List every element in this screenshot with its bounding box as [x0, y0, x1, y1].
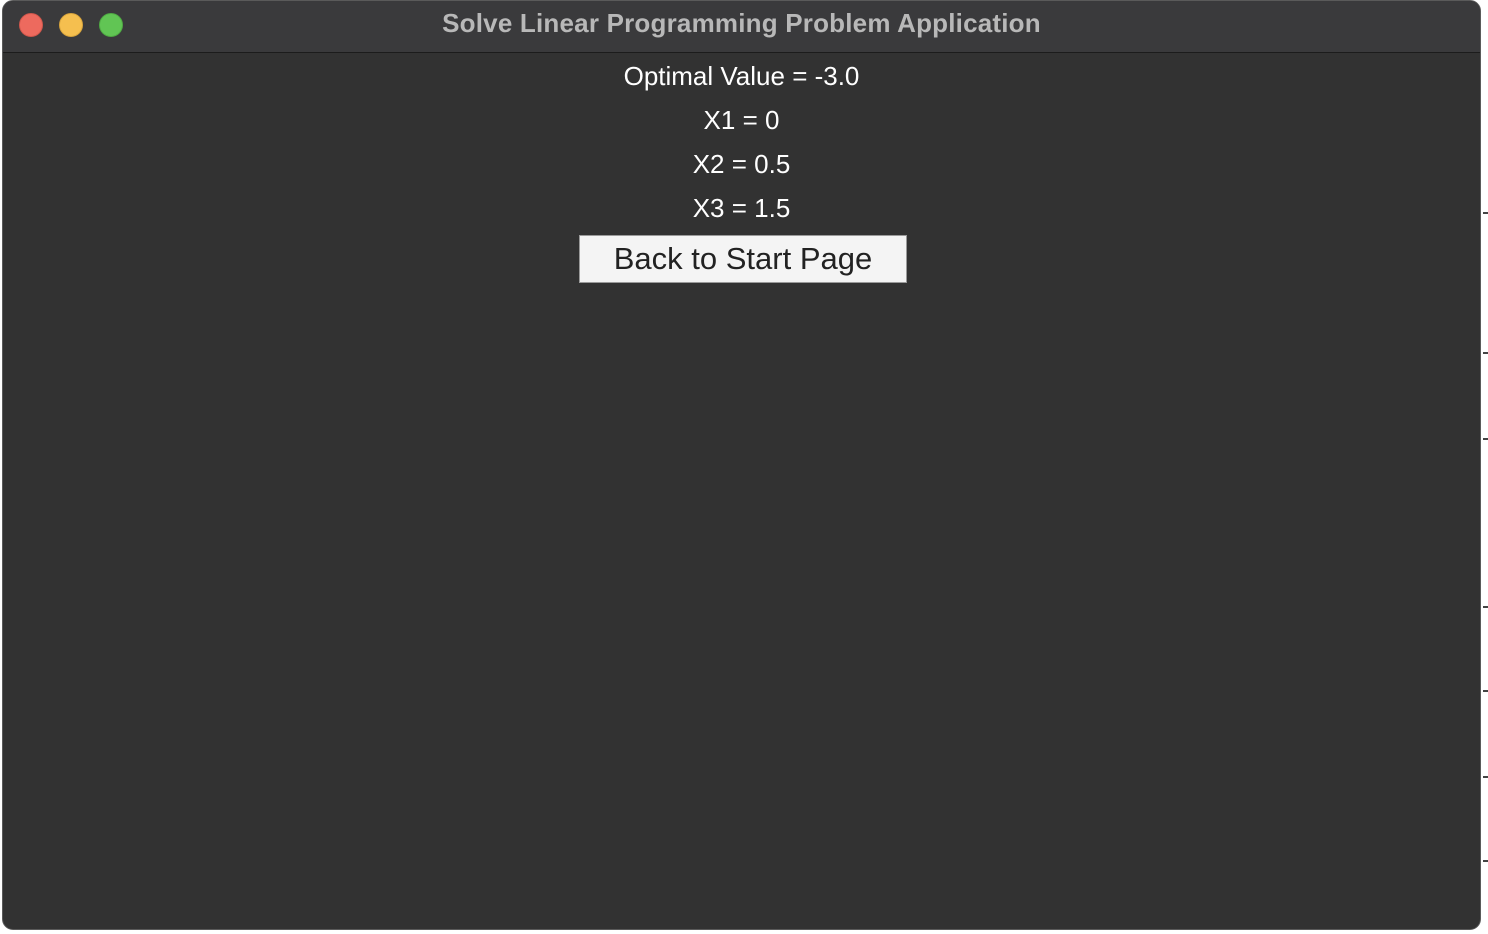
background-edge [1483, 0, 1488, 934]
background-edge-tick [1483, 776, 1488, 778]
title-bar: Solve Linear Programming Problem Applica… [3, 1, 1480, 53]
optimal-value-label: Optimal Value = -3.0 [623, 61, 860, 91]
x3-value-label: X3 = 1.5 [692, 193, 791, 223]
background-edge-tick [1483, 352, 1488, 354]
x2-value-label: X2 = 0.5 [692, 149, 791, 179]
back-to-start-button[interactable]: Back to Start Page [579, 235, 907, 283]
background-edge-tick [1483, 860, 1488, 862]
background-edge-tick [1483, 212, 1488, 214]
background-edge-tick [1483, 606, 1488, 608]
results-panel: Optimal Value = -3.0 X1 = 0 X2 = 0.5 X3 … [3, 53, 1480, 929]
background-edge-tick [1483, 438, 1488, 440]
background-edge-tick [1483, 690, 1488, 692]
x1-value-label: X1 = 0 [703, 105, 780, 135]
app-window: Solve Linear Programming Problem Applica… [2, 0, 1481, 930]
window-title: Solve Linear Programming Problem Applica… [442, 8, 1041, 38]
